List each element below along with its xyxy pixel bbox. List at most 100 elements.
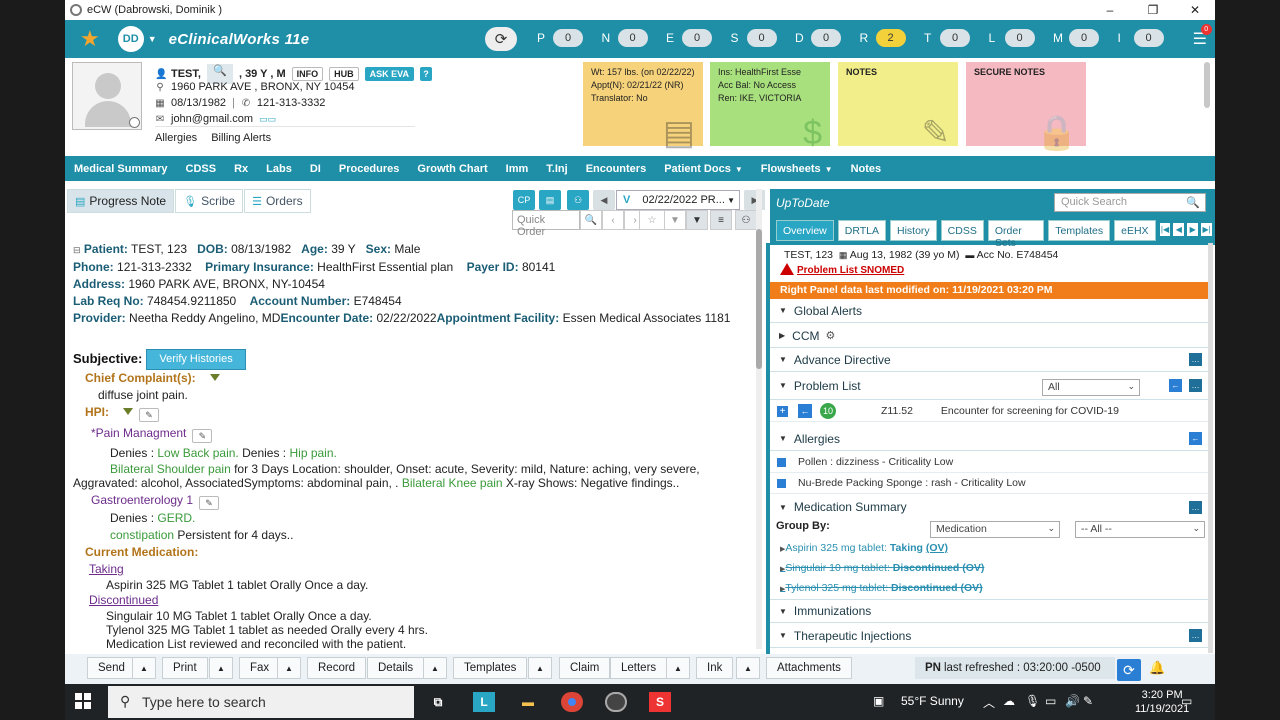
header-scrollbar[interactable] (1204, 62, 1210, 108)
counter-e[interactable]: E0 (666, 29, 712, 47)
dropdown-icon[interactable]: ▼ (664, 210, 686, 230)
user-avatar[interactable]: DD (117, 26, 144, 52)
network-icon[interactable]: ▭ (1045, 694, 1056, 708)
billing-alerts-link[interactable]: Billing Alerts (211, 132, 271, 144)
allergies-link[interactable]: Allergies (155, 132, 197, 144)
notifications-icon[interactable]: ▭ (1181, 694, 1192, 708)
counter-i[interactable]: I0 (1118, 29, 1164, 47)
tab-scribe[interactable]: 🎙 Scribe (175, 189, 244, 213)
link-icon[interactable]: ▭▭ (259, 114, 276, 125)
collapse-icon[interactable]: ⊟ (73, 245, 81, 255)
right-tab-cdss[interactable]: CDSS (940, 220, 984, 241)
problem-list-section[interactable]: ▼ Problem List All ⌄ ← … (770, 372, 1208, 400)
nav-growth-chart[interactable]: Growth Chart (417, 163, 487, 175)
secure-notes-card[interactable]: SECURE NOTES 🔒 (966, 62, 1086, 150)
therapeutic-injections-section[interactable]: ▼ Therapeutic Injections… (770, 624, 1208, 648)
record-button[interactable]: Record (307, 657, 367, 679)
patient-photo[interactable] (72, 62, 142, 130)
problem-list-filter[interactable]: All ⌄ (1042, 379, 1140, 396)
group-filter-select[interactable]: -- All -- ⌄ (1075, 521, 1205, 538)
nav-cdss[interactable]: CDSS (186, 163, 217, 175)
hub-button[interactable]: HUB (329, 67, 359, 81)
allergy-checkbox[interactable] (777, 457, 786, 467)
global-alerts-section[interactable]: ▼ Global Alerts (770, 299, 1208, 323)
ask-eva-button[interactable]: ASK EVA (364, 67, 414, 81)
fax-button[interactable]: Fax (239, 657, 281, 679)
details-button[interactable]: Details (367, 657, 425, 679)
immunizations-section[interactable]: ▼ Immunizations (770, 599, 1208, 623)
ecw-app-icon[interactable] (605, 692, 627, 712)
advance-directive-add-icon[interactable]: … (1189, 353, 1202, 366)
filter-icon[interactable]: ▼ (686, 210, 708, 230)
gastro-edit-icon[interactable]: ✎ (199, 496, 220, 510)
info-button[interactable]: INFO (291, 67, 324, 81)
templates-button[interactable]: Templates (453, 657, 528, 679)
note-scrollbar[interactable] (756, 189, 762, 649)
ink-button[interactable]: Ink (696, 657, 734, 679)
details-menu-icon[interactable]: ▲ (423, 657, 447, 679)
nav-procedures[interactable]: Procedures (339, 163, 400, 175)
medication-item[interactable]: ▶Aspirin 325 mg tablet: Taking (OV) (780, 542, 948, 554)
volume-icon[interactable]: 🔊 (1065, 694, 1080, 708)
right-tab-order-sets[interactable]: Order Sets (987, 220, 1045, 249)
hpi-dropdown-icon[interactable] (123, 408, 133, 415)
allergy-checkbox[interactable] (777, 478, 786, 488)
file-explorer-icon[interactable]: ▬ (517, 692, 539, 712)
group-by-select[interactable]: Medication ⌄ (930, 521, 1060, 538)
med-summary-more-icon[interactable]: … (1189, 500, 1202, 514)
prev-arrow-icon[interactable]: ‹ (602, 210, 624, 230)
pen-icon[interactable]: ✎ (1083, 694, 1093, 708)
counter-d[interactable]: D0 (795, 29, 841, 47)
weather-text[interactable]: 55°F Sunny (901, 694, 964, 708)
allergies-back-icon[interactable]: ← (1189, 432, 1202, 445)
maximize-button[interactable]: ❐ (1133, 0, 1173, 20)
nav-imm[interactable]: Imm (506, 163, 529, 175)
user-menu-chevron-icon[interactable]: ▼ (148, 34, 157, 44)
expand-plus-icon[interactable]: + (777, 405, 788, 417)
ther-inj-more-icon[interactable]: … (1189, 629, 1202, 642)
right-tab-drtla[interactable]: DRTLA (837, 220, 886, 241)
users-icon[interactable]: ⚇ (567, 190, 589, 210)
counter-m[interactable]: M0 (1053, 29, 1099, 47)
right-tab-overview[interactable]: Overview (776, 220, 834, 241)
microphone-icon[interactable]: 🎙 (1025, 694, 1040, 708)
quick-order-input[interactable]: Quick Order (512, 210, 580, 238)
insurance-card[interactable]: Ins: HealthFirst Esse Acc Bal: No Access… (710, 62, 830, 150)
attachments-button[interactable]: Attachments (766, 657, 852, 679)
menu-icon[interactable]: ☰ 0 (1193, 24, 1212, 49)
tray-up-icon[interactable]: ︿ (983, 694, 995, 711)
app-s-icon[interactable]: S (649, 692, 671, 712)
onedrive-icon[interactable]: ☁ (1003, 694, 1015, 708)
nav-patient-docs[interactable]: Patient Docs ▼ (664, 163, 743, 175)
medication-summary-section[interactable]: ▼ Medication Summary… (770, 495, 1208, 519)
counter-t[interactable]: T0 (924, 29, 970, 47)
encounter-date-select[interactable]: V 02/22/2022 PR... ▼ (616, 190, 740, 210)
weather-icon[interactable]: ▣ (873, 694, 884, 708)
allergies-section[interactable]: ▼ Allergies ← (770, 427, 1208, 451)
send-menu-icon[interactable]: ▲ (132, 657, 156, 679)
verify-histories-button[interactable]: Verify Histories (146, 349, 246, 370)
counter-l[interactable]: L0 (989, 29, 1035, 47)
users-settings-icon[interactable]: ⚇ (735, 210, 757, 230)
task-view-icon[interactable]: ⧉ (427, 692, 449, 712)
refresh-note-icon[interactable]: ⟳ (1117, 659, 1141, 681)
nav-labs[interactable]: Labs (266, 163, 292, 175)
nav-encounters[interactable]: Encounters (586, 163, 647, 175)
send-button[interactable]: Send (87, 657, 136, 679)
checklist-icon[interactable]: ≡ (710, 210, 732, 230)
hpi-edit-icon[interactable]: ✎ (139, 408, 159, 422)
favorite-star-icon[interactable]: ☆ (639, 210, 665, 230)
patient-name[interactable]: TEST, (171, 68, 201, 80)
letters-button[interactable]: Letters (610, 657, 668, 679)
nav-flowsheets[interactable]: Flowsheets ▼ (761, 163, 833, 175)
allergy-row[interactable]: Pollen : dizziness - Criticality Low (770, 452, 1208, 473)
right-panel-scrollbar[interactable] (1208, 243, 1213, 653)
right-tab-eehx[interactable]: eEHX (1114, 220, 1156, 241)
print-button[interactable]: Print (162, 657, 208, 679)
dropdown-triangle-icon[interactable] (209, 374, 220, 381)
taskbar-search-input[interactable]: ⚲ Type here to search (108, 686, 414, 718)
problem-list-snomed-link[interactable]: Problem List SNOMED (780, 263, 904, 276)
nav-t-inj[interactable]: T.Inj (546, 163, 567, 175)
discontinued-link[interactable]: Discontinued (89, 593, 158, 607)
problem-list-back-icon[interactable]: ← (1169, 379, 1182, 392)
